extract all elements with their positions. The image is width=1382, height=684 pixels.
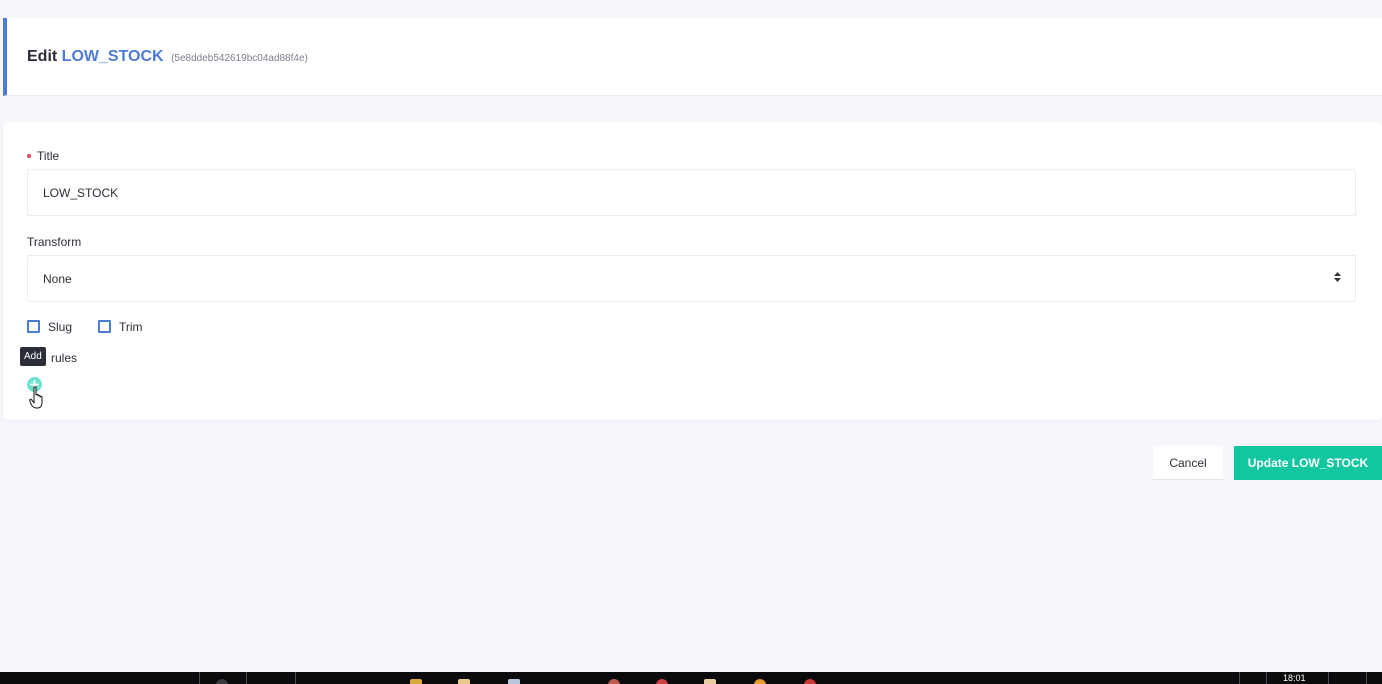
taskbar-separator [1266,672,1267,684]
transform-select-value: None [43,272,72,286]
app-icon[interactable] [608,679,620,684]
search-icon[interactable] [216,679,228,684]
page-title-prefix: Edit [27,48,58,65]
taskbar-separator [295,672,296,684]
app-icon[interactable] [754,679,766,684]
title-input-value: LOW_STOCK [43,186,119,200]
taskbar-clock: 18:01 [1283,673,1306,683]
cancel-button[interactable]: Cancel [1153,446,1223,480]
transform-label: Transform [27,235,82,249]
trim-checkbox[interactable] [98,320,111,333]
entity-id: (5e8ddeb542619bc04ad88f4e) [171,53,308,64]
transform-select[interactable]: None [27,255,1356,302]
required-indicator [27,153,31,158]
taskbar-separator [246,672,247,684]
taskbar-separator [1366,672,1367,684]
trim-label: Trim [119,320,143,334]
rules-label: rules [51,351,78,365]
entity-name: LOW_STOCK [61,48,164,65]
update-button[interactable]: Update LOW_STOCK [1234,446,1382,480]
taskbar-separator [1328,672,1329,684]
taskbar-separator [199,672,200,684]
slug-checkbox[interactable] [27,320,40,333]
taskbar-separator [1239,672,1240,684]
title-label: Title [27,149,59,163]
add-tooltip: Add [20,347,46,366]
app-icon[interactable] [508,679,520,684]
hand-cursor-icon [29,386,45,417]
folder-icon[interactable] [410,679,422,684]
app-icon[interactable] [458,679,470,684]
app-icon[interactable] [656,679,668,684]
os-taskbar: 18:01 [0,672,1382,684]
page-header: Edit LOW_STOCK (5e8ddeb542619bc04ad88f4e… [3,18,1382,96]
title-input[interactable]: LOW_STOCK [27,169,1356,216]
select-arrows-icon [1334,272,1341,282]
app-icon[interactable] [804,679,816,684]
app-icon[interactable] [704,679,716,684]
edit-form: Title LOW_STOCK Transform None Slug Trim… [3,122,1382,420]
slug-label: Slug [48,320,73,334]
page-title: Edit LOW_STOCK (5e8ddeb542619bc04ad88f4e… [27,48,308,66]
